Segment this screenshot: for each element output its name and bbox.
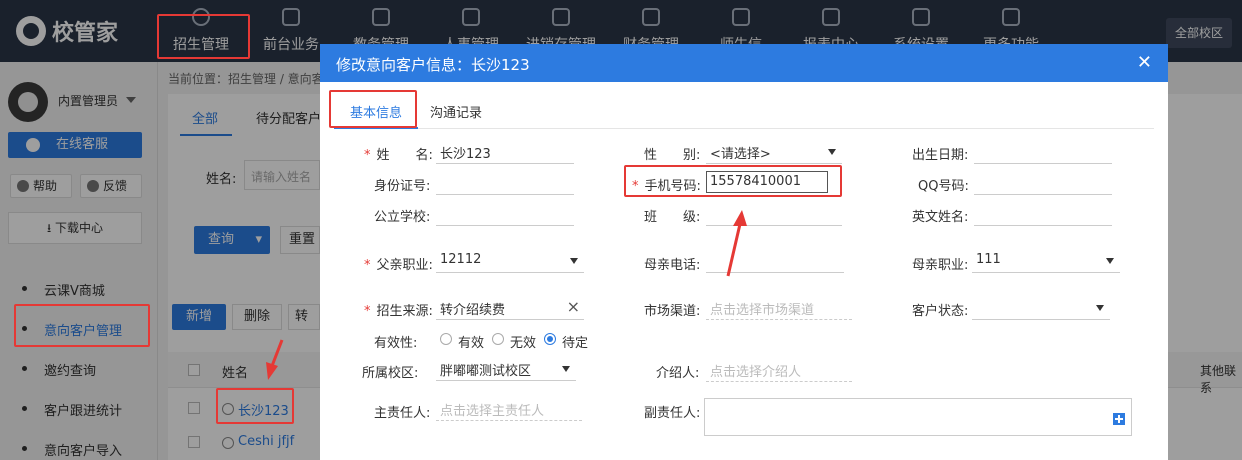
modal-title: 修改意向客户信息：长沙123 xyxy=(336,56,530,74)
mother-job-label: 母亲职业: xyxy=(912,258,969,273)
validity-radio-pending[interactable] xyxy=(544,333,556,345)
edit-prospect-modal: 修改意向客户信息：长沙123 ✕ 基本信息 沟通记录 * 姓 名: 长沙123 性… xyxy=(320,44,1168,460)
owner-picker[interactable]: 点击选择主责任人 xyxy=(436,397,582,421)
mother-job-select[interactable]: 111 xyxy=(972,249,1120,273)
birth-date-label: 出生日期: xyxy=(912,148,969,163)
channel-picker[interactable]: 点击选择市场渠道 xyxy=(706,296,852,320)
referrer-label: 介绍人: xyxy=(656,366,700,381)
name-label: * 姓 名: xyxy=(364,144,433,163)
campus-value: 胖嘟嘟测试校区 xyxy=(440,364,532,379)
source-label-text: 招生来源: xyxy=(376,304,433,319)
required-mark: * xyxy=(364,148,371,163)
tab-basic-info[interactable]: 基本信息 xyxy=(350,102,402,121)
qq-label: QQ号码: xyxy=(918,179,969,194)
channel-label: 市场渠道: xyxy=(644,304,701,319)
father-job-select[interactable]: 12112 xyxy=(436,249,584,273)
close-icon[interactable]: ✕ xyxy=(1137,52,1152,73)
required-mark: * xyxy=(364,258,371,273)
father-job-label-text: 父亲职业: xyxy=(376,258,433,273)
required-mark: * xyxy=(632,179,639,194)
mother-phone-label: 母亲电话: xyxy=(644,258,701,273)
validity-option-label: 无效 xyxy=(510,336,537,351)
owner-label: 主责任人: xyxy=(374,406,431,421)
qq-input[interactable] xyxy=(974,171,1112,195)
gender-label: 性 别: xyxy=(644,148,701,163)
validity-radio-invalid[interactable] xyxy=(492,333,504,345)
chevron-down-icon xyxy=(1106,258,1114,264)
plus-icon[interactable] xyxy=(1113,413,1125,425)
class-label: 班 级: xyxy=(644,210,701,225)
source-value: 转介绍续费 xyxy=(440,303,506,318)
tab-active-indicator xyxy=(334,127,418,129)
required-mark: * xyxy=(364,304,371,319)
co-owner-input[interactable] xyxy=(704,398,1132,436)
public-school-input[interactable] xyxy=(436,202,574,226)
validity-radio-valid[interactable] xyxy=(440,333,452,345)
english-name-input[interactable] xyxy=(974,202,1112,226)
chevron-down-icon xyxy=(828,149,836,155)
source-select[interactable]: 转介绍续费 × xyxy=(436,296,584,320)
phone-label-text: 手机号码: xyxy=(644,179,701,194)
father-job-label: * 父亲职业: xyxy=(364,254,433,273)
tab-divider xyxy=(334,128,1154,129)
campus-label: 所属校区: xyxy=(362,366,419,381)
gender-value: <请选择> xyxy=(710,147,771,162)
public-school-label: 公立学校: xyxy=(374,210,431,225)
birth-date-input[interactable] xyxy=(974,140,1112,164)
validity-label: 有效性: xyxy=(374,336,418,351)
class-input[interactable] xyxy=(706,202,842,226)
english-name-label: 英文姓名: xyxy=(912,210,969,225)
phone-input[interactable]: 15578410001 xyxy=(706,171,828,193)
chevron-down-icon xyxy=(562,366,570,372)
mother-job-value: 111 xyxy=(976,252,1001,267)
mother-phone-input[interactable] xyxy=(706,249,844,273)
referrer-picker[interactable]: 点击选择介绍人 xyxy=(706,358,852,382)
clear-icon[interactable]: × xyxy=(567,297,580,316)
phone-label: * 手机号码: xyxy=(632,175,701,194)
validity-option-label: 待定 xyxy=(562,336,589,351)
name-label-text: 姓 名: xyxy=(376,148,433,163)
campus-select[interactable]: 胖嘟嘟测试校区 xyxy=(436,357,576,381)
gender-select[interactable]: <请选择> xyxy=(706,140,842,164)
customer-status-label: 客户状态: xyxy=(912,304,969,319)
customer-status-select[interactable] xyxy=(972,296,1110,320)
father-job-value: 12112 xyxy=(440,252,482,267)
source-label: * 招生来源: xyxy=(364,300,433,319)
modal-header: 修改意向客户信息：长沙123 ✕ xyxy=(320,44,1168,82)
name-input[interactable]: 长沙123 xyxy=(436,140,574,164)
id-card-input[interactable] xyxy=(436,171,574,195)
id-card-label: 身份证号: xyxy=(374,179,431,194)
co-owner-label: 副责任人: xyxy=(644,406,701,421)
chevron-down-icon xyxy=(570,258,578,264)
tab-communication[interactable]: 沟通记录 xyxy=(430,102,482,121)
validity-option-label: 有效 xyxy=(458,336,485,351)
chevron-down-icon xyxy=(1096,305,1104,311)
